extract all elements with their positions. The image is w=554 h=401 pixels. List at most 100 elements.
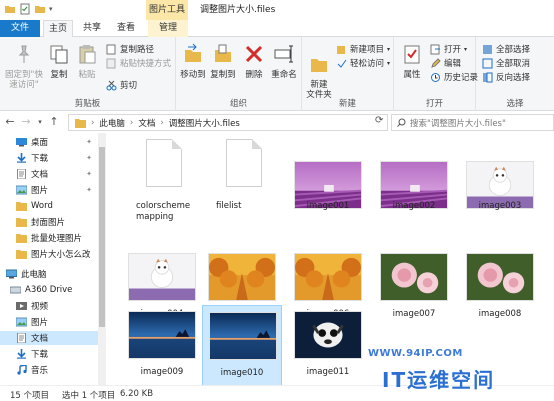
refresh-icon[interactable]: ⟳ [375,115,383,126]
image-thumbnail [208,253,276,301]
open-icon [430,44,440,54]
file-tile[interactable]: image009 [122,305,202,385]
nav-item[interactable]: 文档 [0,331,98,345]
copy-button[interactable]: 复制 [46,43,72,80]
select-all-button[interactable]: 全部选择 [482,43,530,55]
nav-item[interactable]: 图片 [0,315,98,329]
copy-icon [50,45,68,64]
copy-to-label: 复制到 [210,70,236,80]
copy-label: 复制 [50,70,68,80]
move-to-label: 移动到 [180,70,206,80]
file-name: image007 [392,309,436,319]
picture-tools-context-tab: 图片工具 [146,0,188,20]
nav-item[interactable]: 下载 [0,347,98,361]
file-tile[interactable]: image011 [288,305,368,385]
file-tile[interactable]: filelist [202,137,282,221]
pin-icon: ✦ [86,186,92,194]
pin-to-quick-access-button[interactable]: 固定到"快速访问" [4,43,44,90]
forward-button[interactable]: → [20,115,32,128]
select-none-label: 全部取消 [496,59,531,69]
nav-scrollbar-thumb[interactable] [99,147,105,327]
image-thumbnail [128,253,196,301]
scissors-icon [106,80,117,90]
breadcrumb-current-folder[interactable]: 调整图片大小.files [169,117,240,129]
new-folder-icon[interactable] [34,3,46,15]
copy-path-button[interactable]: 复制路径 [106,43,154,55]
nav-item[interactable]: Word [0,199,98,213]
easy-access-button[interactable]: 轻松访问 ▾ [336,57,390,69]
delete-button[interactable]: 删除 [242,43,266,80]
file-name: image009 [140,367,184,377]
history-icon [431,72,440,82]
breadcrumb-separator-icon: › [160,117,164,128]
nav-item-label: 下载 [31,350,49,360]
rename-button[interactable]: 重命名 [270,43,298,80]
paste-shortcut-button[interactable]: 粘贴快捷方式 [106,57,171,69]
file-tile[interactable]: image007 [374,247,454,331]
file-name: image003 [478,201,522,211]
address-row: ← → ▾ ↑ › 此电脑 › 文档 › 调整图片大小.files ⟳ 搜索"调… [0,111,554,133]
nav-item-label: Word [31,201,53,211]
folder-icon [16,234,27,243]
cut-button[interactable]: 剪切 [106,79,137,91]
nav-item[interactable]: 文档 ✦ [0,167,98,181]
breadcrumb-documents[interactable]: 文档 [138,117,155,129]
breadcrumb-this-pc[interactable]: 此电脑 [99,117,125,129]
tab-share[interactable]: 共享 [80,20,104,37]
file-tile[interactable]: image008 [460,247,540,331]
invert-selection-button[interactable]: 反向选择 [482,71,530,83]
nav-item[interactable]: 下载 ✦ [0,151,98,165]
paste-button[interactable]: 粘贴 [74,43,100,80]
select-none-button[interactable]: 全部取消 [482,57,530,69]
nav-item-label: 此电脑 [21,270,47,280]
address-bar[interactable]: › 此电脑 › 文档 › 调整图片大小.files [68,114,388,131]
up-button[interactable]: ↑ [48,115,60,128]
nav-scrollbar[interactable] [98,133,106,385]
organize-group: 移动到 复制到 删除 重命名 组织 [176,37,302,111]
quick-access-dropdown-icon[interactable]: ▾ [49,5,53,13]
nav-item[interactable]: 图片 ✦ [0,183,98,197]
search-icon [397,118,406,127]
file-name: filelist [216,201,242,211]
file-tile[interactable]: image003 [460,137,540,221]
tab-home[interactable]: 主页 [43,20,73,38]
properties-button[interactable]: 属性 [398,43,426,80]
recent-locations-button[interactable]: ▾ [34,118,46,126]
properties-icon[interactable] [19,3,31,15]
nav-item[interactable]: 音乐 [0,363,98,377]
nav-item[interactable]: 此电脑 [0,267,98,281]
computer-icon [6,269,17,279]
nav-item-label: 批量处理图片 [31,234,83,244]
nav-item[interactable]: 视频 [0,299,98,313]
new-folder-icon [311,59,327,72]
tab-file[interactable]: 文件 [0,20,40,37]
open-label: 打开 [444,45,462,55]
new-item-icon [337,45,345,54]
history-button[interactable]: 历史记录 [430,71,478,83]
image-thumbnail [380,253,448,301]
selection-size: 6.20 KB [120,389,154,399]
search-box[interactable]: 搜索"调整图片大小.files" [391,114,554,131]
back-button[interactable]: ← [4,115,16,128]
tab-manage[interactable]: 管理 [148,20,188,37]
tab-view[interactable]: 查看 [114,20,138,37]
delete-label: 删除 [245,70,263,80]
history-label: 历史记录 [444,73,479,83]
new-item-button[interactable]: 新建项目 ▾ [336,43,390,55]
file-tile[interactable]: image002 [374,137,454,221]
nav-item[interactable]: 图片大小怎么改 [0,247,98,261]
move-to-button[interactable]: 移动到 [180,43,206,80]
edit-button[interactable]: 编辑 [430,57,461,69]
cloud-drive-icon [10,286,21,294]
file-tile[interactable]: image010 [202,305,282,385]
nav-item[interactable]: 封面图片 [0,215,98,229]
new-item-label: 新建项目 [350,45,385,55]
nav-item[interactable]: 桌面 ✦ [0,135,98,149]
file-tile[interactable]: image001 [288,137,368,221]
paste-icon [79,45,96,64]
file-tile[interactable]: colorschememapping [122,137,202,222]
nav-item[interactable]: 批量处理图片 [0,231,98,245]
nav-item[interactable]: A360 Drive [0,283,98,297]
open-button[interactable]: 打开 ▾ [430,43,467,55]
copy-to-button[interactable]: 复制到 [210,43,236,80]
